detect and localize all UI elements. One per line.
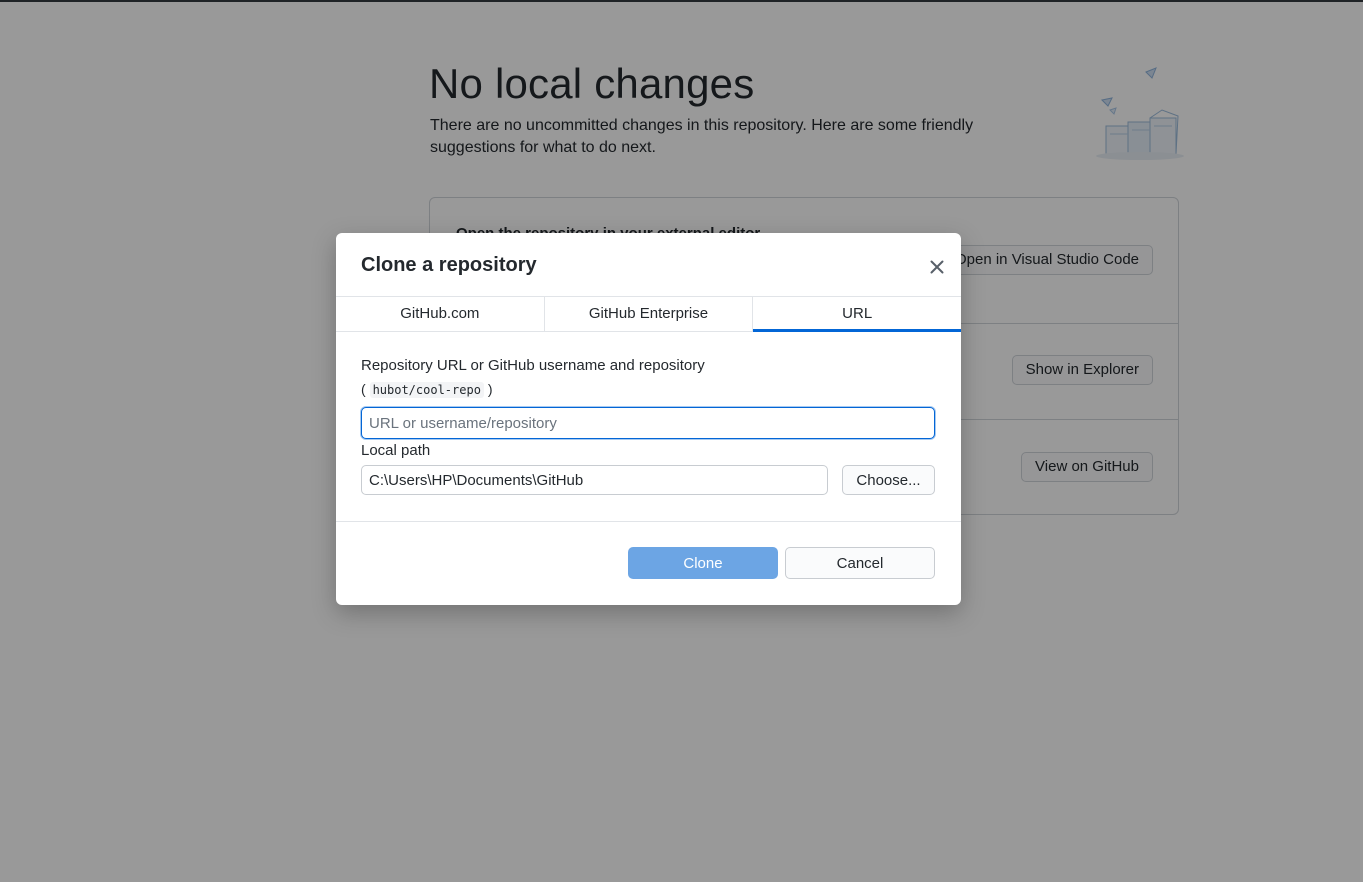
hint-paren-close: )	[487, 381, 493, 397]
close-icon[interactable]	[925, 255, 949, 279]
local-path-input[interactable]	[361, 465, 828, 495]
cancel-button[interactable]: Cancel	[785, 547, 935, 579]
tab-github-com[interactable]: GitHub.com	[336, 297, 545, 331]
tab-github-enterprise[interactable]: GitHub Enterprise	[545, 297, 754, 331]
url-field-label: Repository URL or GitHub username and re…	[361, 357, 705, 374]
tab-url[interactable]: URL	[753, 297, 961, 332]
dialog-body: Repository URL or GitHub username and re…	[361, 357, 936, 495]
hint-paren-open: (	[361, 381, 366, 397]
dialog-header: Clone a repository	[336, 233, 961, 297]
choose-path-button[interactable]: Choose...	[842, 465, 935, 495]
repository-url-input[interactable]	[361, 407, 935, 439]
local-path-label: Local path	[361, 442, 431, 459]
url-field-hint: ( hubot/cool-repo )	[361, 380, 936, 399]
clone-repository-dialog: Clone a repository GitHub.com GitHub Ent…	[336, 233, 961, 605]
clone-button[interactable]: Clone	[628, 547, 778, 579]
clone-source-tabs: GitHub.com GitHub Enterprise URL	[336, 296, 961, 332]
dialog-footer: Clone Cancel	[336, 521, 961, 605]
dialog-title: Clone a repository	[361, 254, 537, 276]
hint-example: hubot/cool-repo	[369, 382, 484, 398]
